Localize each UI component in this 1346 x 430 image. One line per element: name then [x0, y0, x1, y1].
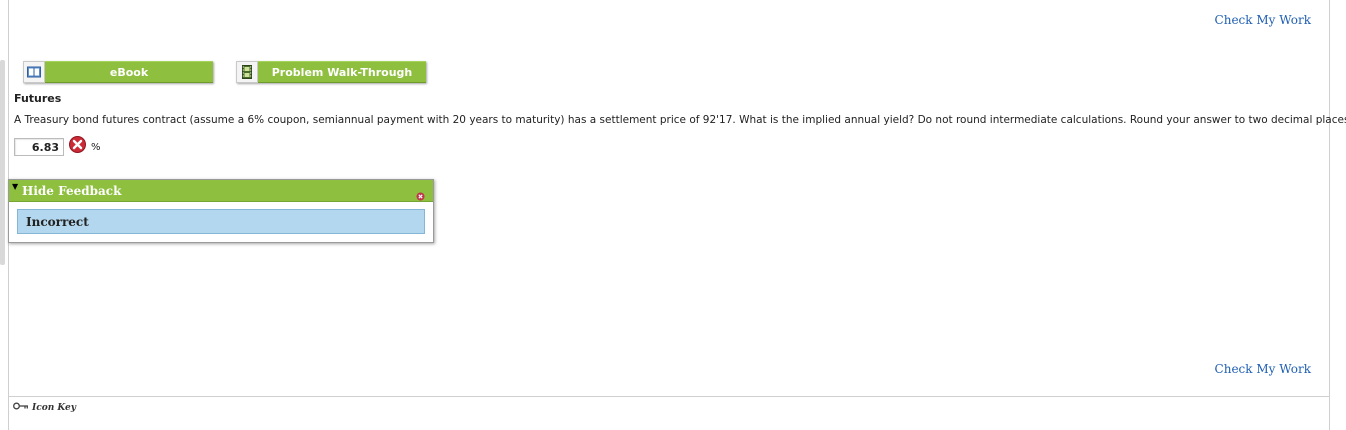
answer-input[interactable]	[14, 138, 64, 156]
icon-key-label: Icon Key	[32, 402, 76, 413]
problem-walkthrough-label: Problem Walk-Through	[258, 61, 426, 83]
answer-row: %	[14, 135, 101, 156]
problem-walkthrough-button[interactable]: Problem Walk-Through	[236, 61, 426, 83]
icon-key-link[interactable]: Icon Key	[13, 402, 76, 413]
key-icon	[13, 402, 32, 413]
ebook-button[interactable]: eBook	[23, 61, 213, 83]
incorrect-x-icon	[69, 135, 86, 153]
left-scroll-handle[interactable]	[0, 60, 5, 265]
feedback-panel: ▼ Hide Feedback Incorrect	[8, 179, 434, 243]
hide-feedback-toggle[interactable]: Hide Feedback	[22, 184, 121, 198]
close-feedback-icon[interactable]	[416, 186, 425, 201]
book-icon	[23, 61, 45, 83]
problem-title: Futures	[14, 92, 62, 105]
collapse-triangle-icon[interactable]: ▼	[12, 182, 18, 191]
problem-question: A Treasury bond futures contract (assume…	[14, 114, 1346, 126]
answer-unit: %	[91, 141, 101, 153]
check-my-work-bottom-link[interactable]: Check My Work	[1215, 362, 1311, 376]
feedback-result: Incorrect	[17, 209, 425, 234]
ebook-label: eBook	[45, 61, 213, 83]
check-my-work-top-link[interactable]: Check My Work	[1215, 13, 1311, 27]
film-icon	[236, 61, 258, 83]
feedback-header: ▼ Hide Feedback	[9, 180, 433, 202]
footer-divider	[8, 396, 1330, 397]
